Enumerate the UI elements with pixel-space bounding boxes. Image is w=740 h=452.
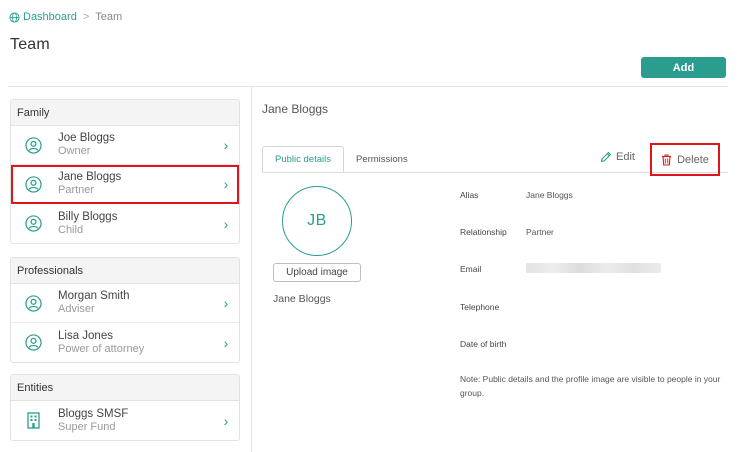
add-button[interactable]: Add bbox=[641, 57, 726, 78]
group-header: Professionals bbox=[11, 258, 239, 284]
group-header: Family bbox=[11, 100, 239, 126]
member-morgan-smith[interactable]: Morgan Smith Adviser › bbox=[11, 284, 239, 323]
field-label-email: Email bbox=[460, 264, 482, 274]
tab-permissions[interactable]: Permissions bbox=[344, 146, 420, 172]
member-lisa-jones[interactable]: Lisa Jones Power of attorney › bbox=[11, 323, 239, 362]
field-label-relationship: Relationship bbox=[460, 227, 507, 237]
chevron-right-icon: › bbox=[223, 412, 229, 429]
detail-member-name: Jane Bloggs bbox=[262, 102, 329, 116]
field-value-relationship: Partner bbox=[526, 227, 554, 237]
member-name: Joe Bloggs bbox=[58, 132, 115, 144]
member-name: Billy Bloggs bbox=[58, 210, 118, 223]
detail-tabs: Public details Permissions bbox=[262, 146, 420, 172]
building-icon bbox=[25, 412, 42, 429]
visibility-note: Note: Public details and the profile ima… bbox=[460, 374, 721, 398]
chevron-right-icon: › bbox=[223, 295, 229, 311]
delete-label: Delete bbox=[677, 153, 709, 166]
group-family: Family Joe Bloggs Owner › Jane Bloggs Pa… bbox=[10, 99, 240, 244]
member-name: Bloggs SMSF bbox=[58, 407, 129, 420]
trash-icon bbox=[662, 154, 672, 166]
group-professionals: Professionals Morgan Smith Adviser › Lis… bbox=[10, 257, 240, 363]
member-name: Lisa Jones bbox=[58, 329, 113, 342]
breadcrumb-dashboard-link[interactable]: Dashboard bbox=[9, 11, 77, 23]
member-bloggs-smsf[interactable]: Bloggs SMSF Super Fund › bbox=[11, 401, 239, 440]
tab-public-details[interactable]: Public details bbox=[262, 146, 344, 172]
breadcrumb-separator: > bbox=[82, 11, 90, 23]
chevron-right-icon: › bbox=[223, 334, 229, 351]
globe-icon bbox=[9, 11, 20, 23]
person-icon bbox=[25, 215, 42, 232]
chevron-right-icon: › bbox=[223, 176, 229, 192]
field-value-alias: Jane Bloggs bbox=[526, 190, 573, 200]
breadcrumb: Dashboard > Team bbox=[9, 11, 122, 23]
chevron-right-icon: › bbox=[223, 137, 229, 153]
member-jane-bloggs[interactable]: Jane Bloggs Partner › bbox=[11, 165, 239, 204]
member-billy-bloggs[interactable]: Billy Bloggs Child › bbox=[11, 204, 239, 243]
header-divider bbox=[8, 86, 728, 87]
chevron-right-icon: › bbox=[223, 215, 229, 232]
member-role: Child bbox=[58, 223, 84, 236]
member-role: Power of attorney bbox=[58, 342, 145, 355]
edit-label: Edit bbox=[616, 151, 635, 163]
email-value-redacted bbox=[526, 263, 661, 273]
pencil-icon bbox=[600, 151, 612, 163]
profile-initials-avatar: JB bbox=[282, 186, 352, 256]
member-role: Owner bbox=[58, 145, 91, 157]
member-joe-bloggs[interactable]: Joe Bloggs Owner › bbox=[11, 126, 239, 165]
delete-button[interactable]: Delete bbox=[650, 143, 720, 176]
person-icon bbox=[25, 294, 42, 312]
member-role: Super Fund bbox=[58, 420, 116, 433]
edit-button[interactable]: Edit bbox=[600, 151, 635, 163]
member-role: Adviser bbox=[58, 303, 95, 315]
page-title: Team bbox=[10, 36, 50, 53]
person-icon bbox=[25, 136, 42, 154]
upload-image-button[interactable]: Upload image bbox=[273, 263, 361, 282]
field-label-date-of-birth: Date of birth bbox=[460, 339, 507, 349]
member-name: Jane Bloggs bbox=[58, 171, 122, 183]
profile-name: Jane Bloggs bbox=[273, 293, 331, 305]
group-header: Entities bbox=[11, 375, 239, 401]
field-label-alias: Alias bbox=[460, 190, 479, 200]
panel-divider bbox=[251, 87, 252, 452]
member-role: Partner bbox=[58, 184, 95, 196]
group-entities: Entities Bloggs SMSF Super Fund › bbox=[10, 374, 240, 441]
member-name: Morgan Smith bbox=[58, 290, 130, 302]
person-icon bbox=[25, 334, 42, 351]
breadcrumb-current: Team bbox=[95, 11, 123, 23]
person-icon bbox=[25, 175, 42, 193]
field-label-telephone: Telephone bbox=[460, 302, 500, 312]
breadcrumb-home-label[interactable]: Dashboard bbox=[23, 11, 77, 23]
